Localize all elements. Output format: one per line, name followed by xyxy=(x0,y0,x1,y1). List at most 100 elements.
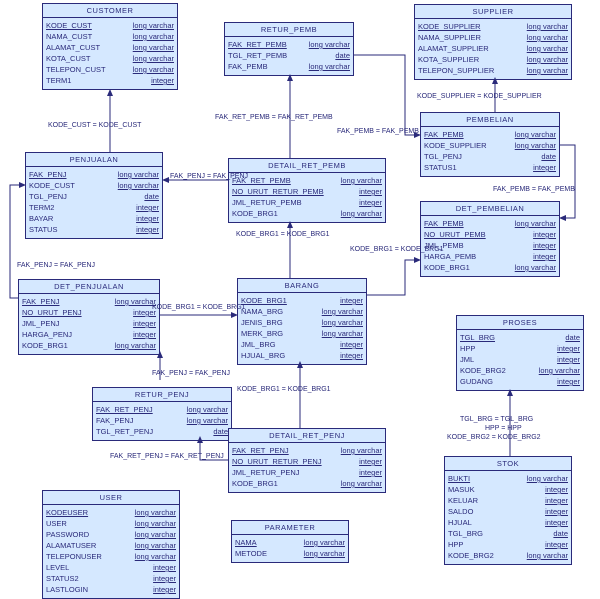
rel-label: HPP = HPP xyxy=(485,425,522,432)
field-row: TGL_BRGdate xyxy=(448,528,568,539)
field-name: STATUS xyxy=(29,224,57,235)
field-type: integer xyxy=(557,343,580,354)
field-row: PASSWORDlong varchar xyxy=(46,529,176,540)
field-type: long varchar xyxy=(304,537,345,548)
rel-label: KODE_BRG2 = KODE_BRG2 xyxy=(447,434,541,441)
field-name: HPP xyxy=(448,539,463,550)
field-type: integer xyxy=(533,240,556,251)
field-row: HJUAL_BRGinteger xyxy=(241,350,363,361)
field-row: FAK_PEMBlong varchar xyxy=(424,129,556,140)
field-row: LASTLOGINinteger xyxy=(46,584,176,595)
field-type: integer xyxy=(359,186,382,197)
entity-proses: PROSES TGL_BRGdateHPPintegerJMLintegerKO… xyxy=(456,315,584,391)
entity-det-penjualan: DET_PENJUALAN FAK_PENJlong varcharNO_URU… xyxy=(18,279,160,355)
field-type: long varchar xyxy=(133,20,174,31)
field-type: long varchar xyxy=(527,32,568,43)
field-row: ALAMAT_SUPPLIERlong varchar xyxy=(418,43,568,54)
field-type: integer xyxy=(545,484,568,495)
entity-pembelian: PEMBELIAN FAK_PEMBlong varcharKODE_SUPPL… xyxy=(420,112,560,177)
field-name: KODE_CUST xyxy=(29,180,75,191)
field-type: long varchar xyxy=(135,529,176,540)
entity-title: PROSES xyxy=(457,316,583,330)
field-name: HPP xyxy=(460,343,475,354)
field-type: integer xyxy=(136,202,159,213)
field-row: TELEPON_SUPPLIERlong varchar xyxy=(418,65,568,76)
field-row: JML_RETUR_PEMB integer xyxy=(232,197,382,208)
rel-label: FAK_PEMB = FAK_PEMB xyxy=(337,128,419,135)
field-row: TGL_RET_PENJdate xyxy=(96,426,228,437)
field-row: NO_URUT_RETUR_PENJinteger xyxy=(232,456,382,467)
entity-title: PENJUALAN xyxy=(26,153,162,167)
field-row: JML_PENJinteger xyxy=(22,318,156,329)
rel-label: TGL_BRG = TGL_BRG xyxy=(460,416,533,423)
field-name: NAMA xyxy=(235,537,257,548)
field-type: integer xyxy=(533,251,556,262)
field-name: JML xyxy=(460,354,474,365)
field-type: integer xyxy=(153,562,176,573)
field-type: long varchar xyxy=(135,518,176,529)
rel-label: FAK_PENJ = FAK_PENJ xyxy=(152,370,230,377)
entity-title: DET_PENJUALAN xyxy=(19,280,159,294)
field-row: KODE_BRG2 long varchar xyxy=(448,550,568,561)
field-row: BAYARinteger xyxy=(29,213,159,224)
field-row: FAK_PENJ long varchar xyxy=(29,169,159,180)
field-name: STATUS1 xyxy=(424,162,457,173)
field-type: date xyxy=(335,50,350,61)
field-name: MASUK xyxy=(448,484,475,495)
field-type: long varchar xyxy=(118,169,159,180)
field-name: JENIS_BRG xyxy=(241,317,283,328)
field-name: FAK_PENJ xyxy=(29,169,67,180)
field-type: date xyxy=(565,332,580,343)
field-name: LEVEL xyxy=(46,562,69,573)
field-name: KODE_BRG1 xyxy=(232,208,278,219)
field-type: integer xyxy=(533,162,556,173)
field-type: long varchar xyxy=(115,296,156,307)
field-row: KODE_BRG2long varchar xyxy=(460,365,580,376)
entity-parameter: PARAMETER NAMAlong varcharMETODElong var… xyxy=(231,520,349,563)
field-row: NAMA long varchar xyxy=(235,537,345,548)
field-type: long varchar xyxy=(118,180,159,191)
field-type: long varchar xyxy=(322,328,363,339)
field-name: KODE_BRG2 xyxy=(448,550,494,561)
field-name: NO_URUT_PENJ xyxy=(22,307,82,318)
field-type: date xyxy=(213,426,228,437)
entity-barang: BARANG KODE_BRG1integerNAMA_BRGlong varc… xyxy=(237,278,367,365)
rel-label: KODE_SUPPLIER = KODE_SUPPLIER xyxy=(417,93,542,100)
entity-stok: STOK BUKTIlong varcharMASUKintegerKELUAR… xyxy=(444,456,572,565)
field-type: integer xyxy=(359,197,382,208)
entity-title: CUSTOMER xyxy=(43,4,177,18)
field-name: METODE xyxy=(235,548,267,559)
entity-title: DETAIL_RET_PENJ xyxy=(229,429,385,443)
entity-title: USER xyxy=(43,491,179,505)
field-name: TERM2 xyxy=(29,202,54,213)
field-row: FAK_RET_PENJlong varchar xyxy=(96,404,228,415)
field-type: integer xyxy=(133,329,156,340)
field-name: JML_RETUR_PEMB xyxy=(232,197,302,208)
field-type: integer xyxy=(545,506,568,517)
field-name: KODE_CUST xyxy=(46,20,92,31)
field-row: KELUARinteger xyxy=(448,495,568,506)
field-row: JML_RETUR_PENJinteger xyxy=(232,467,382,478)
field-row: JENIS_BRGlong varchar xyxy=(241,317,363,328)
field-row: TELEPONUSERlong varchar xyxy=(46,551,176,562)
field-row: FAK_PENJlong varchar xyxy=(96,415,228,426)
entity-penjualan: PENJUALAN FAK_PENJlong varcharKODE_CUSTl… xyxy=(25,152,163,239)
field-type: integer xyxy=(153,573,176,584)
rel-label: KODE_BRG1 = KODE_BRG1 xyxy=(152,304,246,311)
field-row: FAK_PEMBlong varchar xyxy=(228,61,350,72)
field-name: NO_URUT_PEMB xyxy=(424,229,486,240)
rel-label: KODE_BRG1 = KODE_BRG1 xyxy=(350,246,444,253)
field-type: long varchar xyxy=(135,551,176,562)
field-row: JMLinteger xyxy=(460,354,580,365)
field-type: date xyxy=(541,151,556,162)
field-type: long varchar xyxy=(527,550,568,561)
field-type: long varchar xyxy=(515,262,556,273)
field-name: TGL_RET_PEMB xyxy=(228,50,287,61)
field-row: FAK_PEMBlong varchar xyxy=(424,218,556,229)
field-row: FAK_RET_PEMBlong varchar xyxy=(232,175,382,186)
entity-customer: CUSTOMER KODE_CUSTlong varcharNAMA_CUSTl… xyxy=(42,3,178,90)
field-name: BUKTI xyxy=(448,473,470,484)
field-type: long varchar xyxy=(341,478,382,489)
field-type: long varchar xyxy=(515,129,556,140)
field-row: FAK_RET_PENJlong varchar xyxy=(232,445,382,456)
